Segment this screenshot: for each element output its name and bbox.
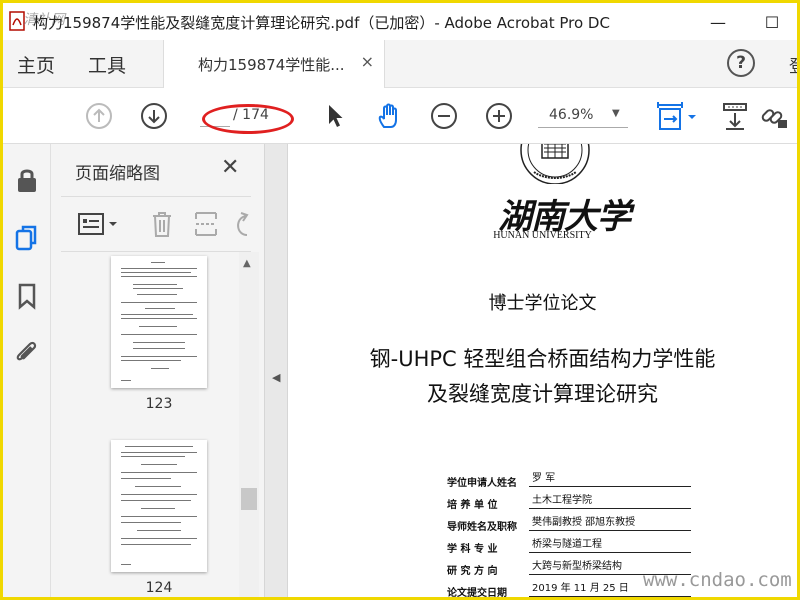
document-tab-label: 构力159874学性能...	[198, 56, 345, 74]
chevron-down-icon: ▼	[612, 108, 620, 119]
fit-width-icon	[657, 102, 696, 130]
panel-splitter[interactable]: ◀	[264, 144, 288, 597]
tab-home[interactable]: 主页	[17, 51, 55, 78]
info-value: 桥梁与隧道工程	[529, 536, 691, 553]
thesis-title-line2: 及裂缝宽度计算理论研究	[427, 382, 658, 406]
university-emblem	[520, 144, 590, 184]
window-title: 构力159874学性能及裂缝宽度计算理论研究.pdf（已加密）- Adobe A…	[33, 14, 610, 32]
app-window: 清补网 构力159874学性能及裂缝宽度计算理论研究.pdf（已加密）- Ado…	[3, 3, 797, 597]
fit-page-button[interactable]	[653, 100, 699, 132]
hand-tool-button[interactable]	[374, 100, 406, 132]
thumbnail-page-123[interactable]	[111, 256, 207, 388]
maximize-button[interactable]: ☐	[749, 7, 795, 37]
scroll-up-icon[interactable]: ▲	[243, 258, 251, 269]
panel-toolbar	[61, 196, 251, 252]
zoom-value: 46.9%	[549, 107, 594, 123]
bookmark-icon[interactable]	[13, 282, 41, 310]
info-label: 学位申请人姓名	[447, 478, 517, 489]
zoom-in-icon	[486, 103, 512, 129]
thumbnail-label-124: 124	[145, 580, 173, 596]
info-value: 罗 军	[529, 470, 691, 487]
arrow-up-icon	[86, 103, 112, 129]
info-label: 培 养 单 位	[447, 500, 498, 511]
info-row: 导师姓名及职称 樊伟副教授 邵旭东教授	[447, 514, 697, 536]
info-value: 樊伟副教授 邵旭东教授	[529, 514, 691, 531]
document-tab[interactable]: 构力159874学性能... ×	[163, 40, 385, 88]
panel-title: 页面缩略图	[75, 164, 160, 184]
attachment-icon[interactable]	[13, 339, 41, 367]
info-label: 学 科 专 业	[447, 544, 498, 555]
scan-button[interactable]	[720, 100, 752, 132]
lock-icon[interactable]	[13, 166, 41, 194]
pointer-icon	[329, 105, 343, 127]
document-view[interactable]: 湖南大学 HUNAN UNIVERSITY 博士学位论文 钢-UHPC 轻型组合…	[288, 144, 797, 597]
minimize-button[interactable]: —	[695, 7, 741, 37]
zoom-select[interactable]: 46.9% ▼	[538, 104, 628, 128]
thumbnail-scrollbar[interactable]: ▲	[239, 252, 259, 597]
thumbnail-page-124[interactable]	[111, 440, 207, 572]
zoom-out-icon	[431, 103, 457, 129]
tab-tools[interactable]: 工具	[88, 51, 126, 78]
thumbnail-panel: 页面缩略图 ✕ 123 124 ▲	[51, 144, 264, 597]
collapse-panel-icon[interactable]: ◀	[272, 371, 280, 384]
info-label: 导师姓名及职称	[447, 522, 517, 533]
thumbnail-label-123: 123	[145, 396, 173, 412]
zoom-out-button[interactable]	[428, 100, 460, 132]
toolbar: / 174 46.9% ▼	[3, 88, 797, 144]
info-value: 土木工程学院	[529, 492, 691, 509]
title-bar: 清补网 构力159874学性能及裂缝宽度计算理论研究.pdf（已加密）- Ado…	[3, 3, 797, 40]
select-tool-button[interactable]	[319, 100, 351, 132]
help-button[interactable]: ?	[727, 49, 755, 77]
options-icon[interactable]	[77, 211, 121, 237]
hand-icon	[378, 103, 397, 128]
share-link-button[interactable]	[758, 100, 790, 132]
info-row: 学 科 专 业 桥梁与隧道工程	[447, 536, 697, 558]
tab-bar: 主页 工具 构力159874学性能... × ? 登	[3, 40, 797, 88]
thumbnail-list[interactable]: 123 124	[61, 252, 261, 597]
previous-page-button[interactable]	[83, 100, 115, 132]
pages-icon[interactable]	[13, 224, 41, 252]
zoom-in-button[interactable]	[483, 100, 515, 132]
thesis-title-line1: 钢-UHPC 轻型组合桥面结构力学性能	[369, 347, 716, 371]
degree-title: 博士学位论文	[488, 293, 597, 314]
left-rail	[3, 144, 51, 597]
info-row: 学位申请人姓名 罗 军	[447, 470, 697, 492]
delete-icon[interactable]	[149, 209, 175, 239]
insert-icon[interactable]	[193, 209, 219, 239]
close-panel-icon[interactable]: ✕	[221, 155, 239, 180]
info-label: 论文提交日期	[447, 588, 507, 597]
close-tab-icon[interactable]: ×	[361, 52, 374, 71]
university-name-en: HUNAN UNIVERSITY	[493, 230, 592, 241]
sign-in-button[interactable]: 登	[789, 52, 797, 77]
arrow-down-icon	[141, 103, 167, 129]
watermark-right: www.cndao.com	[643, 569, 792, 591]
link-icon	[761, 109, 787, 128]
info-label: 研 究 方 向	[447, 566, 498, 577]
scrollbar-thumb[interactable]	[241, 488, 257, 510]
next-page-button[interactable]	[138, 100, 170, 132]
info-row: 培 养 单 位 土木工程学院	[447, 492, 697, 514]
undo-icon[interactable]	[231, 209, 253, 239]
scan-icon	[723, 103, 747, 130]
annotation-ellipse	[202, 104, 294, 134]
